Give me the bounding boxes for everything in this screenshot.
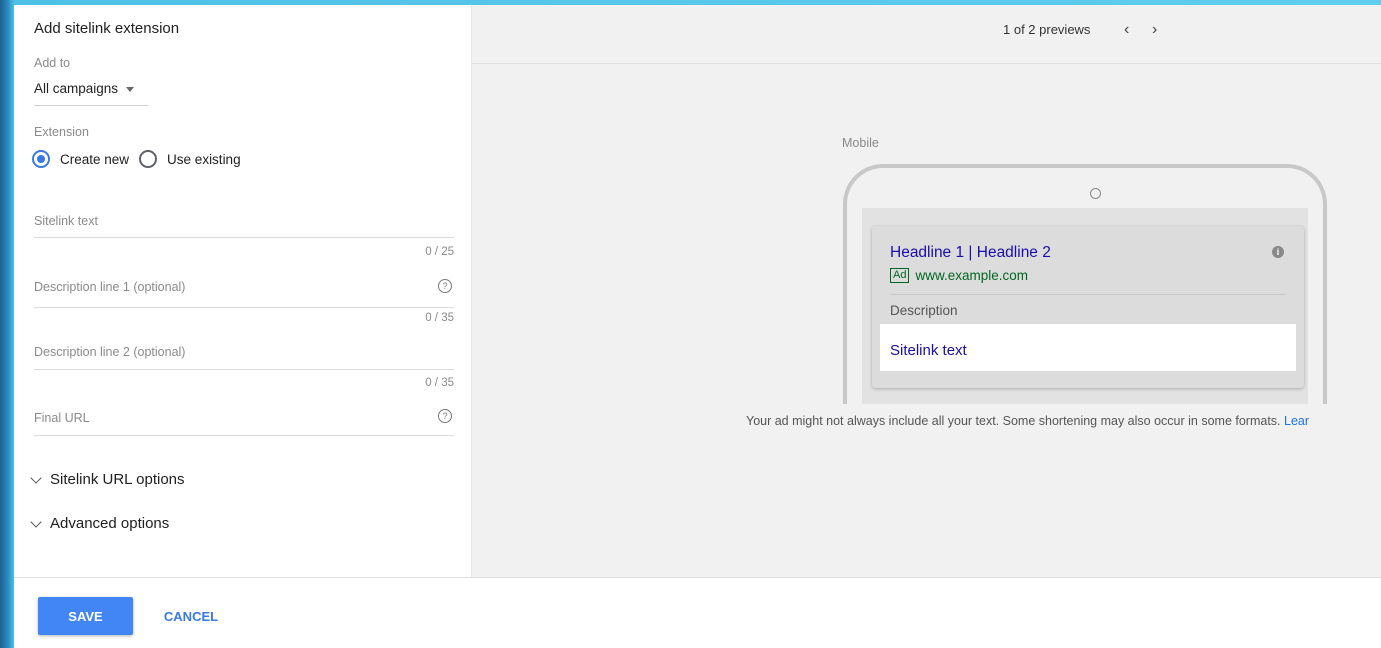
- advanced-options-toggle[interactable]: Advanced options: [30, 515, 170, 532]
- previous-preview-button[interactable]: ‹: [1124, 22, 1129, 38]
- preview-disclaimer: Your ad might not always include all you…: [746, 414, 1309, 428]
- ad-headline: Headline 1 | Headline 2: [890, 244, 1051, 261]
- save-button[interactable]: SAVE: [38, 597, 133, 635]
- disclaimer-text: Your ad might not always include all you…: [746, 414, 1281, 428]
- phone-screen: Headline 1 | Headline 2 i Ad www.example…: [862, 208, 1308, 404]
- learn-more-link[interactable]: Lear: [1284, 414, 1309, 428]
- radio-create-new[interactable]: [32, 150, 50, 168]
- description-line-1-counter: 0 / 35: [425, 312, 454, 324]
- sitelink-url-options-label: Sitelink URL options: [50, 471, 185, 488]
- sitelink-url-options-toggle[interactable]: Sitelink URL options: [30, 471, 185, 488]
- help-icon[interactable]: ?: [438, 279, 452, 293]
- description-line-2-placeholder: Description line 2 (optional): [34, 345, 186, 359]
- campaign-dropdown[interactable]: All campaigns: [34, 81, 148, 106]
- sitelink-text-placeholder: Sitelink text: [34, 214, 98, 228]
- final-url-placeholder: Final URL: [34, 411, 90, 425]
- device-label: Mobile: [842, 136, 879, 150]
- ad-display-url: www.example.com: [915, 268, 1029, 283]
- ad-description: Description: [890, 303, 958, 318]
- dialog-footer: SAVE CANCEL: [14, 577, 1381, 648]
- cancel-button[interactable]: CANCEL: [146, 597, 236, 635]
- add-to-label: Add to: [34, 56, 71, 70]
- sitelink-text-counter: 0 / 25: [425, 246, 454, 258]
- ad-preview-panel: 1 of 2 previews ‹ › Mobile Headline 1 | …: [472, 5, 1381, 577]
- ad-url-row: Ad www.example.com: [890, 268, 1028, 283]
- chevron-down-icon: [30, 471, 42, 484]
- description-line-2-input[interactable]: Description line 2 (optional): [34, 333, 454, 370]
- camera-icon: [1090, 188, 1101, 199]
- panel-title: Add sitelink extension: [34, 20, 180, 37]
- divider: [890, 294, 1286, 295]
- advanced-options-label: Advanced options: [50, 515, 170, 532]
- caret-down-icon: [126, 87, 135, 92]
- final-url-input[interactable]: Final URL ?: [34, 399, 454, 436]
- mobile-phone-frame: Headline 1 | Headline 2 i Ad www.example…: [843, 164, 1327, 404]
- extension-radio-group: Create new Use existing: [32, 150, 251, 168]
- help-icon[interactable]: ?: [438, 409, 452, 423]
- ad-preview-card: Headline 1 | Headline 2 i Ad www.example…: [872, 226, 1304, 388]
- radio-create-new-label[interactable]: Create new: [60, 152, 129, 167]
- next-preview-button[interactable]: ›: [1152, 22, 1157, 38]
- sitelink-preview: Sitelink text: [880, 324, 1296, 371]
- info-icon[interactable]: i: [1272, 246, 1284, 258]
- sitelink-extension-dialog: Add sitelink extension Add to All campai…: [14, 5, 1381, 648]
- description-line-1-placeholder: Description line 1 (optional): [34, 280, 186, 294]
- description-line-1-input[interactable]: Description line 1 (optional) ?: [34, 267, 454, 308]
- ad-badge: Ad: [890, 268, 910, 283]
- sitelink-form-panel: Add sitelink extension Add to All campai…: [14, 5, 472, 577]
- radio-use-existing[interactable]: [139, 150, 158, 168]
- sitelink-text-input[interactable]: Sitelink text: [34, 202, 454, 238]
- extension-label: Extension: [34, 125, 89, 139]
- description-line-2-counter: 0 / 35: [425, 377, 454, 389]
- preview-count: 1 of 2 previews: [1003, 22, 1091, 37]
- radio-use-existing-label[interactable]: Use existing: [167, 152, 241, 167]
- chevron-down-icon: [30, 515, 42, 528]
- preview-header: 1 of 2 previews ‹ ›: [472, 5, 1381, 64]
- campaign-dropdown-value: All campaigns: [34, 81, 119, 96]
- sitelink-preview-text: Sitelink text: [890, 342, 967, 359]
